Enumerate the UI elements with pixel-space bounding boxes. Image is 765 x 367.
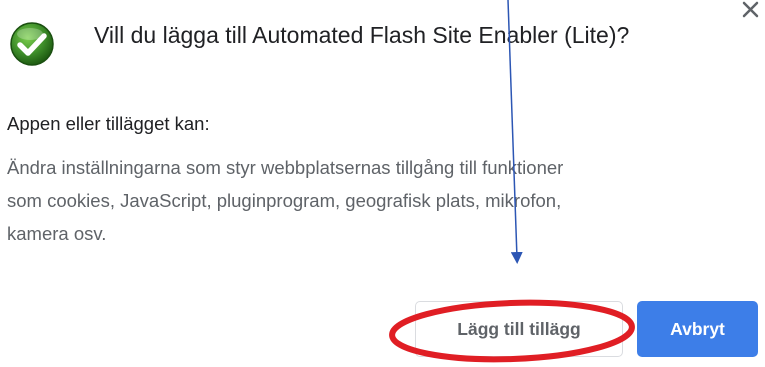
permission-text-line: som cookies, JavaScript, pluginprogram, …: [7, 190, 562, 211]
permissions-heading: Appen eller tillägget kan:: [7, 113, 210, 134]
permission-text-line: kamera osv.: [7, 223, 107, 244]
dialog-title: Vill du lägga till Automated Flash Site …: [94, 22, 630, 48]
add-extension-button[interactable]: Lägg till tillägg: [415, 301, 623, 357]
extension-install-dialog: Vill du lägga till Automated Flash Site …: [0, 0, 765, 367]
cancel-button[interactable]: Avbryt: [637, 301, 758, 357]
permissions-description: Ändra inställningarna som styr webbplats…: [7, 151, 747, 250]
close-icon[interactable]: [740, 0, 762, 22]
permission-text-line: Ändra inställningarna som styr webbplats…: [7, 157, 564, 178]
green-checkmark-icon: [9, 21, 55, 67]
